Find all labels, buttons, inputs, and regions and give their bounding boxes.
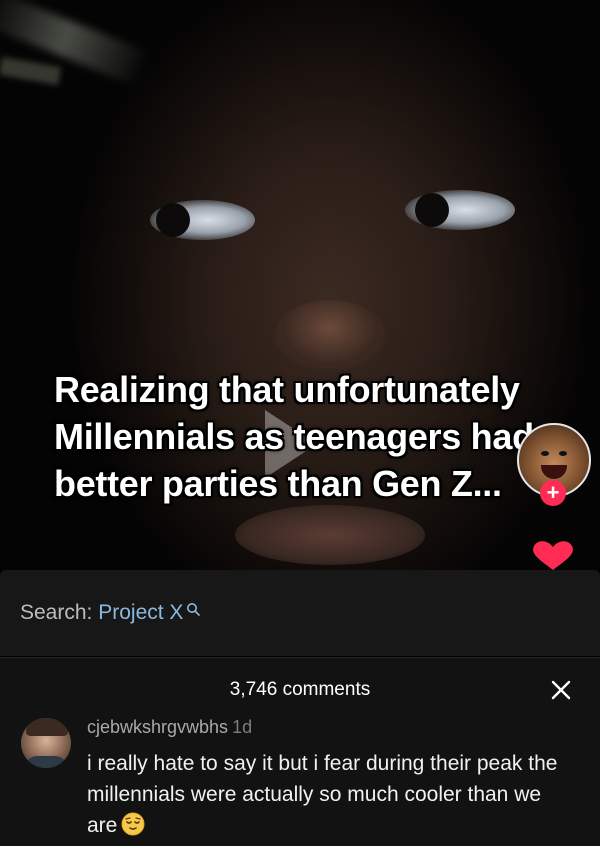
comment-text: i really hate to say it but i fear durin… (87, 748, 577, 841)
comment-text-content: i really hate to say it but i fear durin… (87, 752, 558, 837)
comments-count: 3,746 comments (229, 679, 371, 700)
comment-username-text[interactable]: cjebwkshrgvwbhs (87, 717, 228, 737)
face-nose (275, 300, 385, 370)
face-right-eye (405, 190, 515, 230)
light-glare-secondary (0, 56, 62, 86)
video-player[interactable]: Realizing that unfortunately Millennials… (0, 0, 600, 570)
search-label: Search: (20, 601, 99, 624)
relieved-face-emoji-icon (121, 812, 145, 836)
commenter-avatar[interactable] (21, 718, 71, 768)
close-icon[interactable] (550, 679, 572, 701)
face-left-eye (150, 200, 255, 240)
comment-username[interactable]: cjebwkshrgvwbhs 1d (87, 717, 252, 738)
search-term[interactable]: Project X (98, 601, 183, 624)
comment-timestamp: 1d (232, 717, 253, 737)
follow-plus-icon[interactable]: + (540, 480, 566, 506)
search-suggestion[interactable]: Search: Project X (20, 601, 201, 625)
search-icon[interactable] (186, 602, 201, 616)
heart-icon[interactable] (530, 540, 576, 570)
face-lips (235, 505, 425, 565)
video-caption: Realizing that unfortunately Millennials… (54, 369, 534, 504)
search-suggestion-bar[interactable]: Search: Project X (0, 570, 600, 656)
